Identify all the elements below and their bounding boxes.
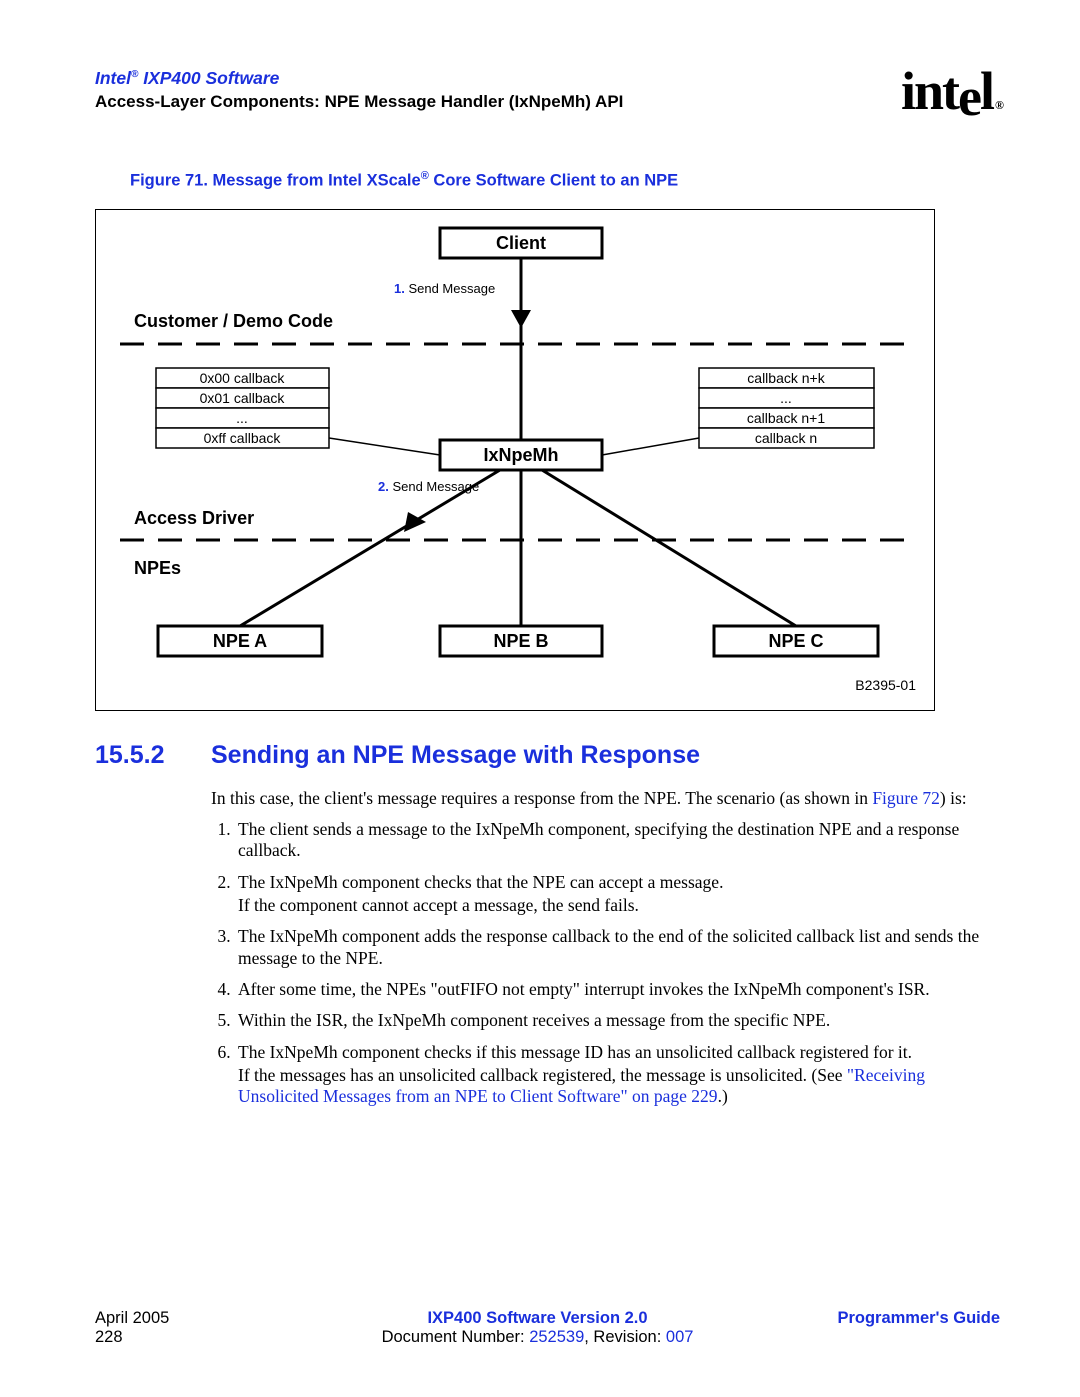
npe-c-box: NPE C xyxy=(768,631,823,651)
send-message-1: 1. Send Message xyxy=(394,281,495,296)
access-driver-label: Access Driver xyxy=(134,508,254,528)
step-2: The IxNpeMh component checks that the NP… xyxy=(235,872,1000,917)
callback-dots: ... xyxy=(236,410,248,426)
header-subtitle: Access-Layer Components: NPE Message Han… xyxy=(95,92,623,112)
step-5: Within the ISR, the IxNpeMh component re… xyxy=(235,1010,1000,1031)
footer-version: IXP400 Software Version 2.0 xyxy=(295,1309,780,1328)
intel-logo: intel® xyxy=(901,60,1000,122)
callback-0x00: 0x00 callback xyxy=(200,370,286,386)
step-1: The client sends a message to the IxNpeM… xyxy=(235,819,1000,862)
page-footer: April 2005 IXP400 Software Version 2.0 P… xyxy=(95,1309,1000,1347)
callback-nk: callback n+k xyxy=(747,370,825,386)
footer-guide: Programmer's Guide xyxy=(780,1309,1000,1328)
section-body: In this case, the client's message requi… xyxy=(211,788,1000,1108)
step-4: After some time, the NPEs "outFIFO not e… xyxy=(235,979,1000,1000)
figure-72-link[interactable]: Figure 72 xyxy=(872,788,940,808)
footer-date: April 2005 xyxy=(95,1309,295,1328)
footer-page: 228 xyxy=(95,1328,295,1347)
callback-0xff: 0xff callback xyxy=(204,430,282,446)
page-header: Intel® IXP400 Software Access-Layer Comp… xyxy=(95,60,1000,130)
section-number: 15.5.2 xyxy=(95,741,211,770)
ixnpemh-box: IxNpeMh xyxy=(483,445,558,465)
figure-caption: Figure 71. Message from Intel XScale® Co… xyxy=(130,170,1000,191)
npe-b-box: NPE B xyxy=(493,631,548,651)
npes-label: NPEs xyxy=(134,558,181,578)
step-6: The IxNpeMh component checks if this mes… xyxy=(235,1042,1000,1108)
step-3: The IxNpeMh component adds the response … xyxy=(235,926,1000,969)
header-title: Intel® IXP400 Software xyxy=(95,68,623,89)
callback-dots2: ... xyxy=(780,390,792,406)
section-title: Sending an NPE Message with Response xyxy=(211,741,700,770)
intro-paragraph: In this case, the client's message requi… xyxy=(211,788,1000,809)
footer-docnum: Document Number: 252539, Revision: 007 xyxy=(295,1328,780,1347)
callback-n1: callback n+1 xyxy=(747,410,825,426)
npe-a-box: NPE A xyxy=(213,631,267,651)
customer-demo-label: Customer / Demo Code xyxy=(134,311,333,331)
figure-id: B2395-01 xyxy=(855,677,916,693)
client-box: Client xyxy=(496,233,546,253)
callback-0x01: 0x01 callback xyxy=(200,390,286,406)
figure-diagram: Client Customer / Demo Code 1. Send Mess… xyxy=(95,209,935,711)
callback-n: callback n xyxy=(755,430,817,446)
